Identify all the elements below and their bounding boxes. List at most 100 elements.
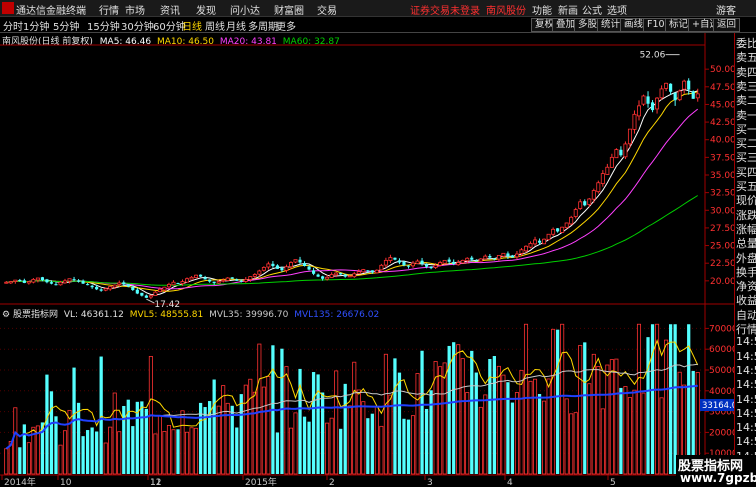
volume-bar — [122, 405, 126, 474]
kline-chart[interactable]: 50.00 47.50 45.00 42.50 40.00 37.50 35.00 32.50… — [0, 0, 734, 487]
candle-body — [199, 274, 203, 277]
candle-body — [95, 286, 99, 290]
x-tick-label: 10 — [60, 478, 72, 487]
volume-bar — [243, 384, 248, 475]
candle-body — [13, 279, 18, 282]
volume-bar — [293, 412, 298, 475]
candle-body — [108, 286, 113, 290]
volume-bar — [646, 337, 650, 474]
candle-body — [546, 233, 551, 240]
volume-bar — [636, 323, 642, 475]
volume-bar — [366, 418, 370, 474]
candle-body — [208, 279, 212, 282]
volume-bar — [659, 397, 664, 475]
volume-bar — [596, 366, 601, 475]
volume-bar — [356, 389, 361, 475]
candle-body — [284, 266, 289, 271]
volume-tick-label: 40000 — [709, 387, 734, 397]
volume-bar — [519, 369, 524, 475]
volume-bar — [668, 324, 673, 474]
candle-body — [86, 284, 90, 286]
volume-bar — [433, 361, 438, 475]
candle-body — [339, 272, 343, 275]
candle-body — [103, 288, 108, 291]
candle-body — [261, 267, 266, 271]
candle-body — [203, 277, 207, 280]
volume-bar — [248, 378, 253, 475]
volume-bar — [85, 430, 90, 474]
volume-bar — [393, 358, 397, 474]
volume-bar — [664, 339, 669, 475]
candle-body — [49, 282, 54, 284]
candle-body — [135, 289, 139, 294]
volume-bar — [442, 362, 447, 475]
volume-bar — [157, 415, 162, 475]
candle-body — [280, 267, 284, 271]
candle-body — [370, 270, 374, 273]
candle-body — [501, 252, 506, 257]
candle-body — [185, 278, 190, 283]
candle-body — [406, 265, 411, 267]
candle-body — [99, 289, 103, 291]
x-tick-label: 2015年 — [245, 476, 277, 487]
candle-body — [478, 258, 483, 262]
volume-bar — [144, 408, 148, 474]
candle-body — [54, 284, 58, 286]
candle-body — [393, 257, 397, 260]
volume-bar — [275, 432, 280, 474]
volume-bar — [483, 394, 488, 475]
candle-body — [627, 128, 632, 145]
side-panel-label: 14:5 — [736, 378, 756, 392]
volume-bar — [230, 405, 234, 474]
volume-bar — [537, 393, 542, 474]
volume-bar — [26, 442, 31, 475]
volume-bar — [189, 427, 194, 475]
candle-body — [347, 275, 352, 278]
side-panel-label: 14:5 — [736, 392, 756, 406]
candle-body — [289, 262, 293, 268]
candle-body — [397, 260, 402, 263]
volume-bar — [117, 431, 122, 475]
candle-body — [447, 259, 451, 262]
volume-bar — [235, 427, 239, 474]
candle-body — [343, 274, 347, 277]
candle-body — [578, 201, 583, 209]
candle-body — [379, 264, 384, 271]
volume-bar — [22, 424, 26, 474]
candle-body — [470, 257, 474, 260]
candle-body — [560, 226, 565, 233]
volume-bar — [112, 392, 117, 475]
volume-bar — [410, 415, 416, 475]
price-tick-label: 37.50 — [710, 153, 734, 163]
volume-bar — [76, 402, 81, 474]
candle-body — [293, 259, 298, 263]
volume-bar — [90, 427, 94, 474]
side-panel-label: 14:5 — [736, 335, 756, 349]
volume-bar — [266, 376, 271, 475]
volume-bar — [302, 416, 307, 474]
volume-bar — [334, 370, 339, 475]
candle-body — [388, 257, 393, 262]
candle-body — [383, 259, 388, 266]
candle-body — [632, 113, 637, 130]
candle-body — [673, 92, 677, 101]
candle-body — [81, 281, 85, 284]
volume-bar — [166, 424, 171, 475]
candle-body — [266, 263, 271, 268]
candle-body — [22, 280, 26, 283]
volume-bar — [523, 323, 529, 475]
volume-bar — [623, 386, 628, 475]
candle-body — [528, 243, 533, 248]
candle-body — [366, 270, 370, 272]
candle-body — [605, 166, 610, 175]
candle-body — [556, 228, 560, 232]
candle-body — [157, 288, 162, 293]
volume-bar — [176, 429, 180, 474]
volume-bar — [261, 386, 266, 475]
volume-bar — [374, 406, 379, 475]
candle-body — [248, 276, 253, 280]
volume-bar — [533, 378, 538, 475]
candle-body — [239, 280, 243, 282]
candle-body — [438, 262, 443, 266]
volume-bar — [542, 400, 547, 475]
